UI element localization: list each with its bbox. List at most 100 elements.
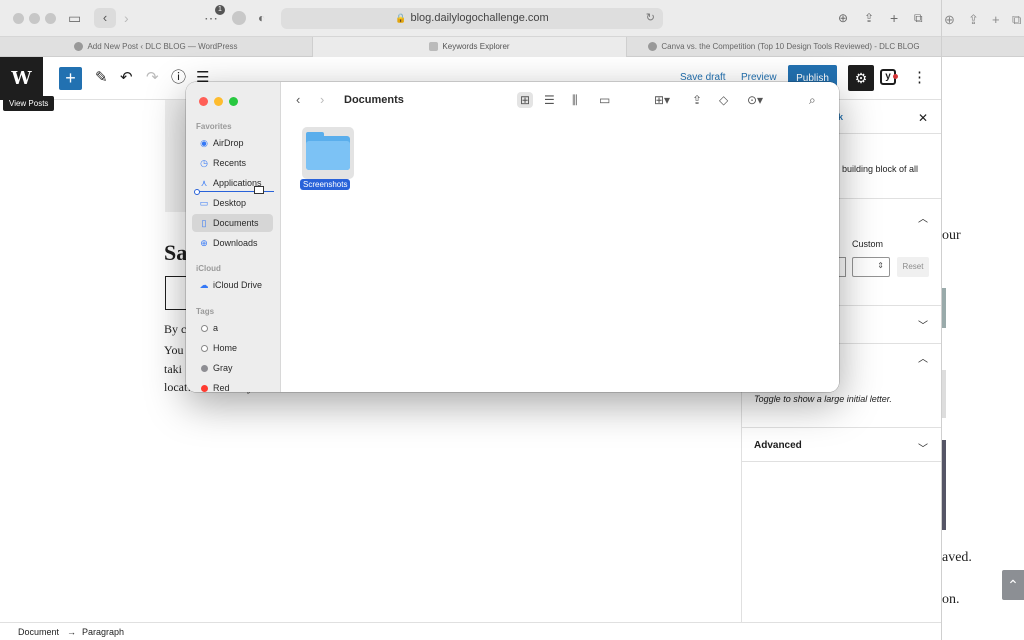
new-tab-icon[interactable]: + [890, 9, 898, 27]
paragraph-block-toolbar[interactable] [165, 276, 187, 310]
share-icon[interactable]: ⇪ [864, 9, 874, 27]
cloud-icon: ☁ [199, 280, 209, 290]
share-icon[interactable]: ⇪ [968, 12, 979, 28]
background-image-strip [942, 440, 946, 530]
sidebar-item-icloud-drive[interactable]: ☁ iCloud Drive [192, 276, 273, 294]
add-block-button[interactable]: + [59, 67, 82, 90]
reload-icon[interactable]: ↻ [646, 8, 655, 29]
applications-icon: ⋏ [200, 178, 208, 188]
document-icon: ▯ [201, 218, 207, 228]
profile-icon[interactable] [232, 11, 246, 25]
folder-name-label[interactable]: Screenshots [300, 179, 351, 190]
finder-close-button[interactable] [199, 97, 208, 106]
finder-dialog: Favorites ◉ AirDrop ◷ Recents ⋏ Application… [186, 82, 839, 392]
background-browser-window: ⊕ ⇪ + ⧉ our aved. on. ⌃ [942, 0, 1024, 640]
privacy-shield-icon[interactable]: ◐ [258, 9, 265, 27]
tab-overview-icon[interactable]: ⧉ [1012, 12, 1021, 28]
divider [742, 461, 941, 462]
browser-toolbar: ▭ ‹ › ⋯ 1 ◐ 🔒 blog.dailylogochallenge.com… [0, 0, 941, 37]
sidebar-item-tag-gray[interactable]: Gray [192, 359, 273, 377]
breadcrumb-document[interactable]: Document [18, 623, 59, 640]
folder-item-screenshots[interactable] [302, 127, 354, 179]
chevron-down-icon[interactable]: ﹀ [918, 440, 928, 455]
yoast-seo-icon[interactable]: y [880, 69, 898, 85]
chevron-up-icon[interactable]: ︿ [918, 350, 928, 365]
more-actions-button[interactable]: ⊙▾ [747, 92, 763, 108]
undo-icon[interactable]: ↶ [120, 68, 133, 88]
scroll-to-top-button[interactable]: ⌃ [1002, 570, 1024, 600]
sidebar-item-documents[interactable]: ▯ Documents [192, 214, 273, 232]
finder-file-area: Screenshots [282, 120, 839, 392]
sidebar-item-tag-a[interactable]: a [192, 319, 273, 337]
tab-add-new-post[interactable]: Add New Post ‹ DLC BLOG — WordPress [0, 37, 313, 57]
back-button[interactable]: ‹ [94, 8, 116, 28]
block-breadcrumb: Document → Paragraph [0, 622, 941, 640]
background-text-1: our [942, 228, 961, 243]
redo-icon[interactable]: ↷ [146, 68, 159, 88]
minimize-window-button[interactable] [29, 13, 40, 24]
details-info-icon[interactable]: ⓘ [171, 68, 186, 88]
finder-forward-button[interactable]: › [320, 92, 324, 107]
sidebar-item-tag-home[interactable]: Home [192, 339, 273, 357]
stepper-icon[interactable]: ⇕ [877, 261, 884, 270]
address-bar[interactable]: 🔒 blog.dailylogochallenge.com ↻ [281, 8, 663, 29]
desktop-icon: ▭ [199, 198, 209, 208]
chevron-up-icon[interactable]: ︿ [918, 210, 928, 225]
tab-overview-icon[interactable]: ⧉ [914, 9, 923, 27]
download-icon: ⊕ [200, 238, 208, 248]
close-sidebar-icon[interactable]: ✕ [918, 111, 928, 125]
gallery-view-button[interactable]: ▭ [599, 92, 610, 108]
download-icon[interactable]: ⊕ [838, 9, 848, 27]
advanced-panel-toggle[interactable]: Advanced [754, 440, 802, 451]
finder-location-title: Documents [344, 94, 404, 106]
breadcrumb-paragraph[interactable]: Paragraph [82, 623, 124, 640]
paragraph-line-1[interactable]: By c [164, 322, 186, 337]
airdrop-icon: ◉ [200, 138, 208, 148]
more-options-icon[interactable]: ⋮ [912, 68, 927, 88]
finder-back-button[interactable]: ‹ [296, 92, 300, 107]
wordpress-favicon-icon [74, 42, 84, 52]
new-tab-icon[interactable]: + [992, 12, 1000, 27]
tab-keywords-explorer[interactable]: Keywords Explorer [313, 37, 627, 57]
paragraph-line-3[interactable]: taki [164, 362, 182, 377]
tag-icon[interactable]: ◇ [719, 92, 728, 108]
icloud-section-label: iCloud [196, 264, 221, 273]
close-window-button[interactable] [13, 13, 24, 24]
sidebar-item-airdrop[interactable]: ◉ AirDrop [192, 134, 273, 152]
reset-button[interactable]: Reset [897, 257, 929, 277]
custom-size-input[interactable]: ⇕ [852, 257, 890, 277]
background-toolbar: ⊕ ⇪ + ⧉ [942, 0, 1024, 37]
sidebar-item-downloads[interactable]: ⊕ Downloads [192, 234, 273, 252]
tag-dot-icon [201, 385, 208, 392]
zoom-window-button[interactable] [45, 13, 56, 24]
tags-section-label: Tags [196, 307, 215, 316]
sidebar-toggle-icon[interactable]: ▭ [68, 9, 81, 27]
forward-button[interactable]: › [124, 9, 129, 27]
view-posts-tooltip: View Posts [3, 96, 55, 111]
group-by-button[interactable]: ⊞▾ [654, 92, 670, 108]
sidebar-item-tag-red[interactable]: Red [192, 379, 273, 392]
block-description: building block of all [842, 164, 919, 174]
paragraph-line-2[interactable]: You [164, 343, 183, 358]
wordpress-logo-icon[interactable]: W [0, 57, 43, 100]
tag-dot-icon [201, 325, 208, 332]
share-icon[interactable]: ⊕ [944, 12, 955, 28]
settings-gear-icon[interactable]: ⚙ [848, 65, 874, 91]
drag-file-icon [254, 186, 264, 194]
column-view-button[interactable]: ⫼ [572, 92, 578, 108]
chevron-down-icon[interactable]: ﹀ [918, 317, 928, 332]
image-block-thumbnail[interactable] [165, 100, 187, 212]
tools-pencil-icon[interactable]: ✎ [95, 68, 108, 88]
list-view-button[interactable]: ☰ [544, 92, 555, 108]
tab-canva-article[interactable]: Canva vs. the Competition (Top 10 Design… [627, 37, 941, 57]
folder-icon [306, 141, 350, 170]
finder-zoom-button[interactable] [229, 97, 238, 106]
sidebar-item-desktop[interactable]: ▭ Desktop [192, 194, 273, 212]
icon-view-button[interactable]: ⊞ [517, 92, 534, 108]
search-icon[interactable]: ⌕ [809, 92, 816, 108]
finder-toolbar: ‹ › Documents ⊞ ☰ ⫼ ▭ ⊞▾ ⇪ ◇ ⊙▾ ⌕ [282, 82, 839, 120]
share-icon[interactable]: ⇪ [692, 92, 702, 108]
post-heading[interactable]: Sa [164, 240, 187, 266]
sidebar-item-recents[interactable]: ◷ Recents [192, 154, 273, 172]
finder-minimize-button[interactable] [214, 97, 223, 106]
